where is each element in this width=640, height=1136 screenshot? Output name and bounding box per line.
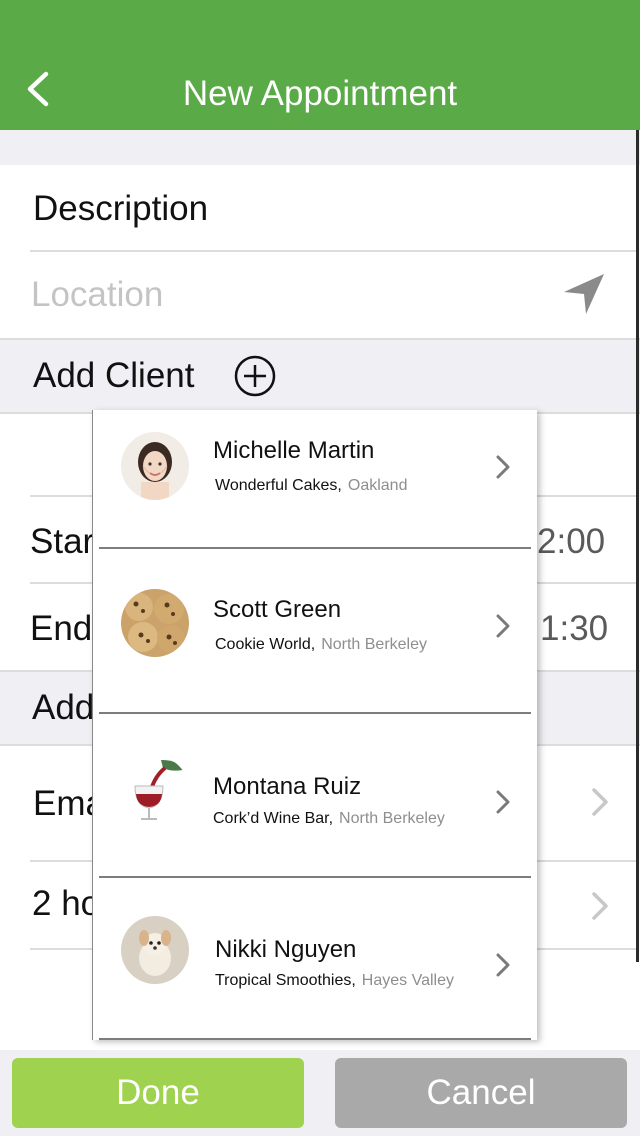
chevron-right-icon[interactable] (588, 890, 612, 922)
client-details: Wonderful Cakes, Oakland (215, 476, 407, 496)
chevron-right-icon (496, 614, 510, 638)
end-time-value[interactable]: 1:30 (540, 607, 608, 651)
add-client-label: Add Client (33, 356, 195, 395)
list-divider (99, 1038, 531, 1040)
client-row-scott-green[interactable]: Scott Green Cookie World, North Berkeley (93, 549, 537, 712)
client-company: Tropical Smoothies, (215, 972, 356, 989)
row-divider (30, 250, 636, 252)
client-details: Tropical Smoothies, Hayes Valley (215, 971, 454, 991)
client-area: Oakland (347, 477, 408, 494)
nav-header: New Appointment (0, 0, 640, 130)
wine-glass-avatar (121, 756, 189, 824)
end-label: End (30, 609, 93, 648)
client-picker-popup: Michelle Martin Wonderful Cakes, Oakland (92, 410, 537, 1040)
chevron-right-icon (496, 953, 510, 977)
chevron-right-icon (496, 455, 510, 479)
chevron-right-icon (496, 790, 510, 814)
client-name: Montana Ruiz (213, 773, 362, 800)
client-details: Cork’d Wine Bar, North Berkeley (213, 809, 445, 829)
location-field[interactable]: Location (31, 273, 163, 317)
client-row-michelle-martin[interactable]: Michelle Martin Wonderful Cakes, Oakland (93, 410, 537, 548)
section-spacer (0, 130, 640, 165)
description-field[interactable]: Description (33, 187, 208, 231)
done-button[interactable]: Done (12, 1058, 304, 1128)
client-area: North Berkeley (339, 810, 445, 827)
client-row-montana-ruiz[interactable]: Montana Ruiz Cork’d Wine Bar, North Berke… (93, 714, 537, 876)
location-arrow-icon[interactable] (560, 270, 608, 318)
client-company: Wonderful Cakes, (215, 477, 342, 494)
client-area: Hayes Valley (361, 972, 454, 989)
reminder-time-label[interactable]: 2 ho (32, 882, 100, 926)
client-row-nikki-nguyen[interactable]: Nikki Nguyen Tropical Smoothies, Hayes Va… (93, 878, 537, 1038)
chevron-right-icon[interactable] (588, 786, 612, 818)
client-company: Cookie World, (215, 636, 316, 653)
client-area: North Berkeley (321, 636, 428, 653)
add-client-plus-icon[interactable] (233, 354, 277, 398)
client-name: Scott Green (213, 596, 342, 623)
start-time-value[interactable]: 2:00 (537, 520, 605, 564)
app-screen: New Appointment Description Location Add… (0, 0, 640, 1136)
screen-edge-divider (636, 130, 639, 962)
puppy-avatar (121, 916, 189, 984)
cookies-avatar (121, 589, 189, 657)
add-section-label: Add (32, 688, 95, 727)
page-title: New Appointment (182, 74, 458, 113)
woman-portrait-avatar (121, 432, 189, 500)
cancel-button[interactable]: Cancel (335, 1058, 627, 1128)
client-company: Cork’d Wine Bar, (213, 810, 334, 827)
client-details: Cookie World, North Berkeley (215, 635, 427, 655)
client-name: Michelle Martin (213, 437, 375, 464)
client-name: Nikki Nguyen (215, 936, 357, 963)
start-label: Star (30, 522, 95, 561)
